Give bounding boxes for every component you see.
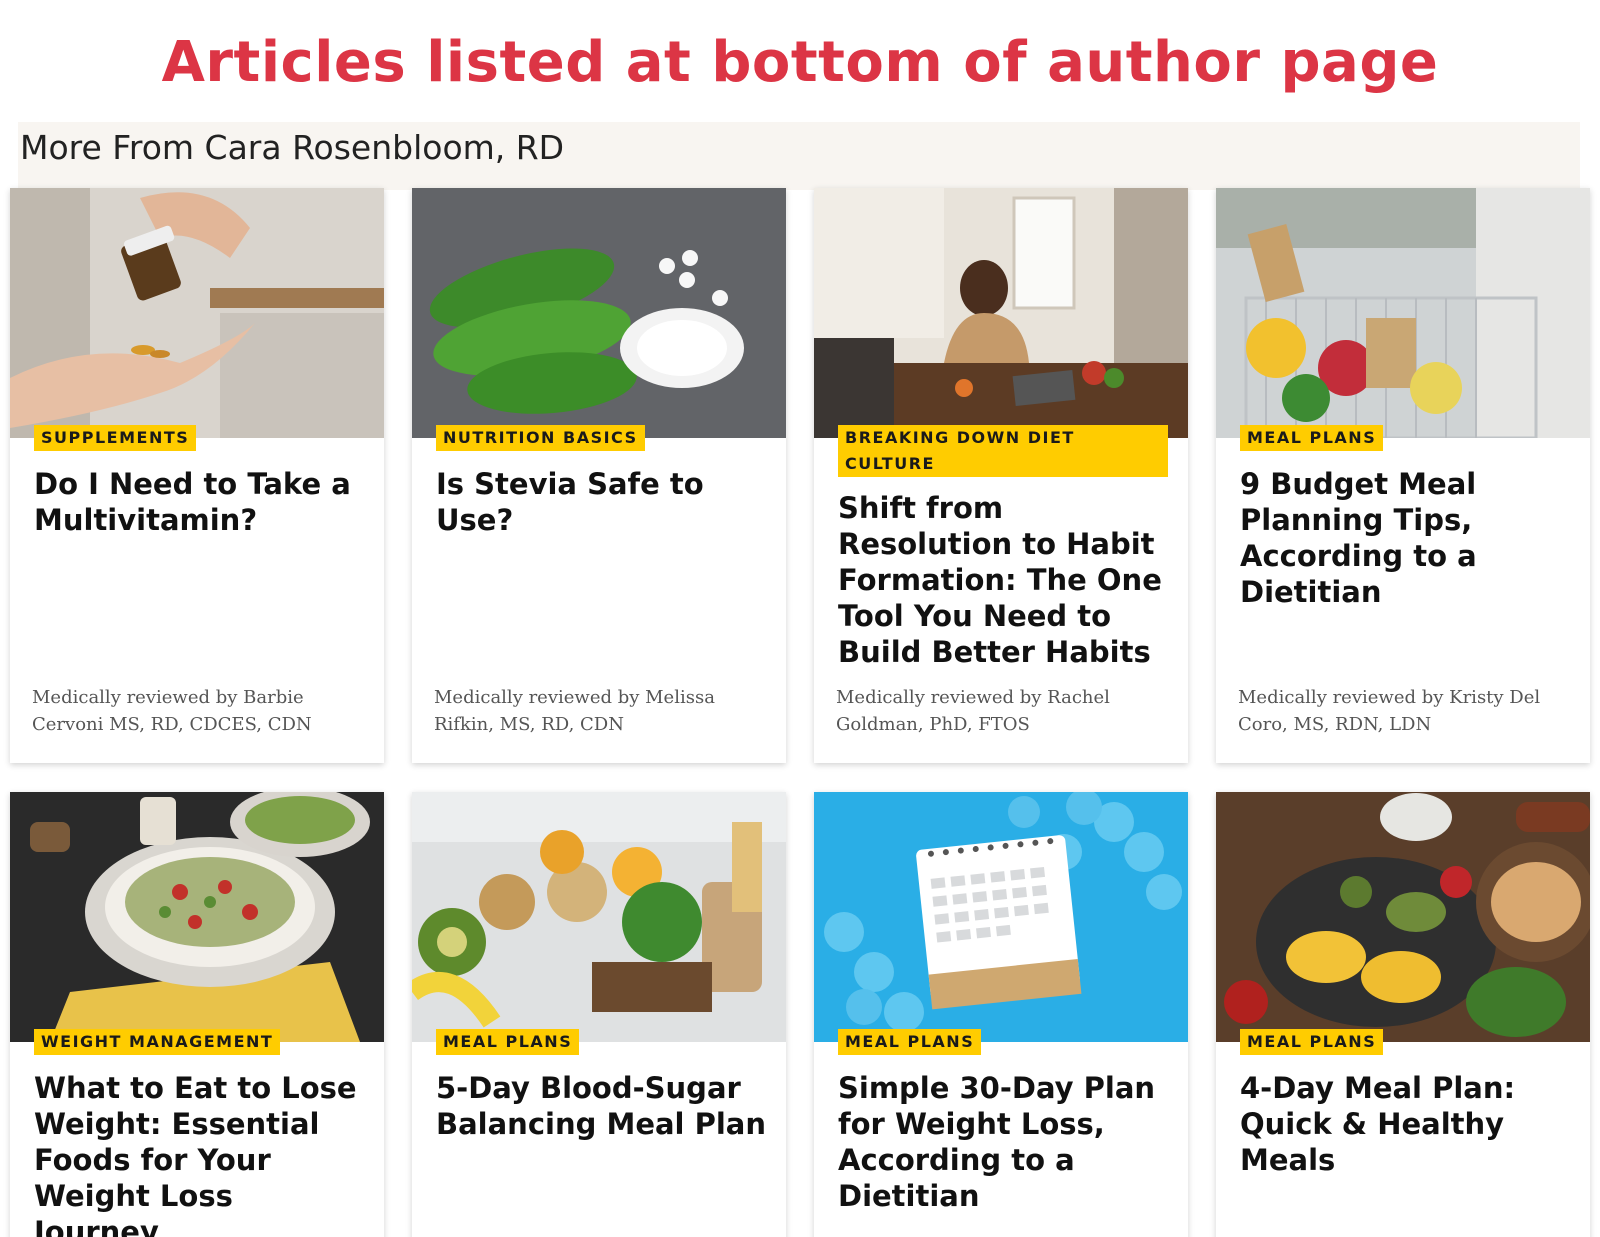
article-card-what-to-eat[interactable]: WEIGHT MANAGEMENT What to Eat to Lose We… <box>10 792 384 1237</box>
article-title[interactable]: What to Eat to Lose Weight: Essential Fo… <box>34 1070 366 1237</box>
article-title[interactable]: Shift from Resolution to Habit Formation… <box>838 490 1170 670</box>
salad-bowl-photo <box>10 792 384 1042</box>
medical-reviewer: Medically reviewed by Kristy Del Coro, M… <box>1238 687 1541 735</box>
category-tag[interactable]: MEAL PLANS <box>838 1029 982 1055</box>
category-tag[interactable]: MEAL PLANS <box>1240 1029 1384 1055</box>
section-heading: More From Cara Rosenbloom, RD <box>20 128 565 167</box>
section-header: More From Cara Rosenbloom, RD <box>18 122 1580 190</box>
category-tag[interactable]: MEAL PLANS <box>1240 425 1384 451</box>
category-tag[interactable]: SUPPLEMENTS <box>34 425 197 451</box>
pills-in-hand-photo <box>10 188 384 438</box>
category-tag[interactable]: BREAKING DOWN DIET CULTURE <box>838 425 1168 477</box>
article-card-4-day-meal-plan[interactable]: MEAL PLANS 4-Day Meal Plan: Quick & Heal… <box>1216 792 1590 1237</box>
article-title[interactable]: Is Stevia Safe to Use? <box>436 466 768 538</box>
category-tag[interactable]: NUTRITION BASICS <box>436 425 645 451</box>
article-title[interactable]: 4-Day Meal Plan: Quick & Healthy Meals <box>1240 1070 1572 1178</box>
article-card-blood-sugar-plan[interactable]: MEAL PLANS 5-Day Blood-Sugar Balancing M… <box>412 792 786 1237</box>
calendar-blue-balls-photo <box>814 792 1188 1042</box>
category-tag[interactable]: MEAL PLANS <box>436 1029 580 1055</box>
medical-reviewer: Medically reviewed by Rachel Goldman, Ph… <box>836 687 1110 735</box>
woman-cooking-photo <box>814 188 1188 438</box>
article-title[interactable]: Simple 30-Day Plan for Weight Loss, Acco… <box>838 1070 1170 1214</box>
grilled-chicken-corn-photo <box>1216 792 1590 1042</box>
category-tag[interactable]: WEIGHT MANAGEMENT <box>34 1029 281 1055</box>
medical-reviewer: Medically reviewed by Melissa Rifkin, MS… <box>434 687 715 735</box>
annotation-title: Articles listed at bottom of author page <box>161 30 1439 95</box>
stevia-leaves-photo <box>412 188 786 438</box>
whole-foods-spread-photo <box>412 792 786 1042</box>
article-title[interactable]: Do I Need to Take a Multivitamin? <box>34 466 366 538</box>
medical-reviewer: Medically reviewed by Barbie Cervoni MS,… <box>32 687 312 735</box>
article-card-30-day-plan[interactable]: MEAL PLANS Simple 30-Day Plan for Weight… <box>814 792 1188 1237</box>
article-card-budget-meal-planning[interactable]: MEAL PLANS 9 Budget Meal Planning Tips, … <box>1216 188 1590 763</box>
article-title[interactable]: 5-Day Blood-Sugar Balancing Meal Plan <box>436 1070 768 1142</box>
article-card-stevia[interactable]: NUTRITION BASICS Is Stevia Safe to Use? … <box>412 188 786 763</box>
grocery-cart-photo <box>1216 188 1590 438</box>
article-card-multivitamin[interactable]: SUPPLEMENTS Do I Need to Take a Multivit… <box>10 188 384 763</box>
article-title[interactable]: 9 Budget Meal Planning Tips, According t… <box>1240 466 1572 610</box>
article-card-habit-formation[interactable]: BREAKING DOWN DIET CULTURE Shift from Re… <box>814 188 1188 763</box>
